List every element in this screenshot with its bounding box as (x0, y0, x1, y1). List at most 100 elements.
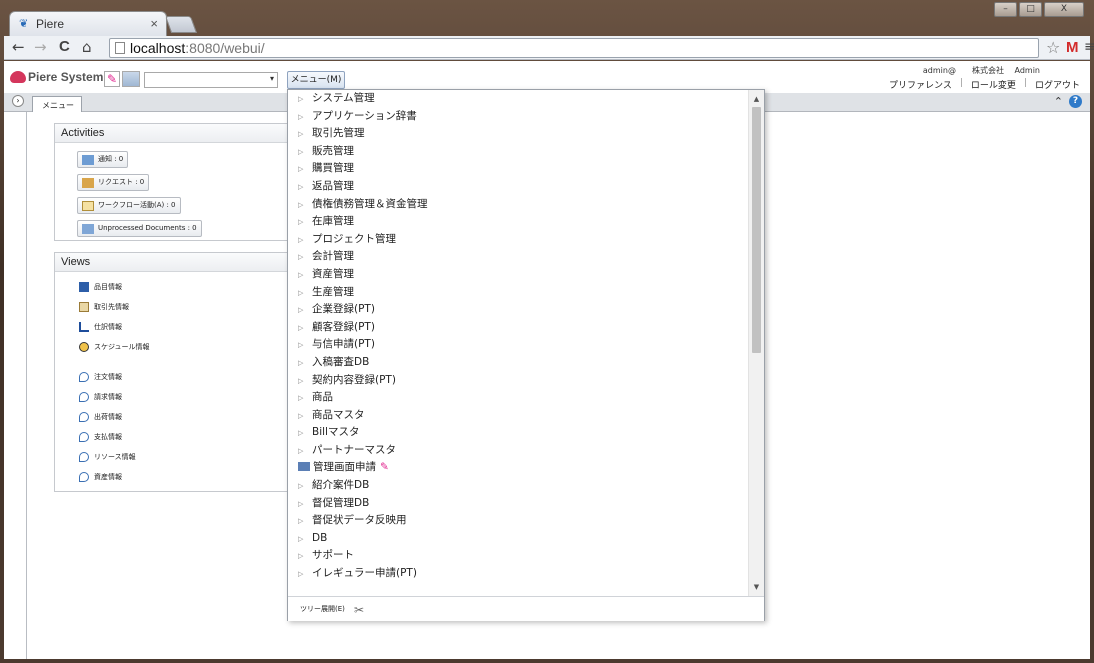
new-tab-button[interactable] (164, 16, 198, 33)
expand-arrow-icon[interactable]: ▷ (298, 302, 312, 320)
document-icon[interactable] (122, 71, 140, 87)
menu-tree-item[interactable]: ▷ 督促状データ反映用 (288, 512, 746, 530)
logout-link[interactable]: ログアウト (1035, 78, 1080, 91)
tools-icon[interactable]: ✂ (354, 603, 364, 617)
expand-arrow-icon[interactable]: ▷ (298, 425, 312, 443)
expand-arrow-icon[interactable]: ▷ (298, 285, 312, 303)
menu-tree-item[interactable]: ▷ 購買管理 (288, 160, 746, 178)
expand-arrow-icon[interactable]: ▷ (298, 232, 312, 250)
view-item[interactable]: スケジュール情報 (79, 341, 150, 353)
dropdown-scrollbar[interactable]: ▲ ▼ (748, 90, 764, 596)
menu-tree-item[interactable]: ▷ 債権債務管理＆資金管理 (288, 196, 746, 214)
menu-tree-item[interactable]: ▷ プロジェクト管理 (288, 231, 746, 249)
close-window-button[interactable]: X (1044, 2, 1084, 17)
expand-arrow-icon[interactable]: ▷ (298, 179, 312, 197)
view-item[interactable]: 請求情報 (79, 391, 122, 403)
menu-tree-item[interactable]: ▷ 与信申請(PT) (288, 336, 746, 354)
tab-menu[interactable]: メニュー (32, 96, 82, 112)
request-button[interactable]: リクエスト : 0 (77, 174, 150, 191)
preferences-link[interactable]: プリファレンス (889, 78, 952, 91)
menu-tree-item[interactable]: ▷ アプリケーション辞書 (288, 108, 746, 126)
tab-close-icon[interactable]: × (150, 16, 158, 31)
menu-tree-item[interactable]: 管理画面申請 ✎ (288, 459, 746, 477)
expand-arrow-icon[interactable]: ▷ (298, 355, 312, 373)
expand-arrow-icon[interactable]: ▷ (298, 531, 312, 549)
edit-pencil-icon[interactable]: ✎ (104, 71, 120, 87)
expand-arrow-icon[interactable]: ▷ (298, 548, 312, 566)
expand-arrow-icon[interactable]: ▷ (298, 390, 312, 408)
expand-arrow-icon[interactable]: ▷ (298, 478, 312, 496)
view-item[interactable]: リソース情報 (79, 451, 136, 463)
expand-arrow-icon[interactable]: ▷ (298, 320, 312, 338)
expand-sidebar-icon[interactable]: › (12, 95, 24, 107)
expand-arrow-icon[interactable]: ▷ (298, 214, 312, 232)
expand-arrow-icon[interactable]: ▷ (298, 496, 312, 514)
menu-tree-item[interactable]: ▷ 入稿審査DB (288, 354, 746, 372)
expand-arrow-icon[interactable]: ▷ (298, 109, 312, 127)
help-icon[interactable]: ? (1069, 95, 1082, 108)
menu-tree-item[interactable]: ▷ 会計管理 (288, 248, 746, 266)
back-icon[interactable]: ← (12, 39, 25, 55)
browser-tab[interactable]: ❦ Piere × (9, 11, 167, 36)
gmail-icon[interactable]: M (1066, 39, 1079, 56)
home-icon[interactable]: ⌂ (82, 39, 92, 55)
collapse-up-icon[interactable]: ⌃ (1054, 95, 1063, 108)
forward-icon[interactable]: → (34, 39, 47, 55)
expand-arrow-icon[interactable]: ▷ (298, 373, 312, 391)
expand-arrow-icon[interactable]: ▷ (298, 337, 312, 355)
bookmark-star-icon[interactable]: ☆ (1046, 38, 1060, 57)
reload-icon[interactable]: C (59, 39, 70, 55)
scroll-thumb[interactable] (752, 107, 761, 353)
menu-tree-item[interactable]: ▷ 商品マスタ (288, 407, 746, 425)
menu-tree-item[interactable]: ▷ 契約内容登録(PT) (288, 372, 746, 390)
menu-tree-item[interactable]: ▷ 資産管理 (288, 266, 746, 284)
maximize-button[interactable]: □ (1019, 2, 1042, 17)
change-role-link[interactable]: ロール変更 (971, 78, 1016, 91)
expand-arrow-icon[interactable]: ▷ (298, 566, 312, 584)
menu-tree-item[interactable]: ▷ サポート (288, 547, 746, 565)
view-item[interactable]: 仕訳情報 (79, 321, 122, 333)
menu-tree-item[interactable]: ▷ DB (288, 530, 746, 548)
menu-tree-item[interactable]: ▷ イレギュラー申請(PT) (288, 565, 746, 583)
menu-tree-item[interactable]: ▷ 商品 (288, 389, 746, 407)
menu-tree-item[interactable]: ▷ 顧客登録(PT) (288, 319, 746, 337)
view-item[interactable]: 出荷情報 (79, 411, 122, 423)
menu-button[interactable]: メニュー(M) (287, 71, 345, 89)
expand-arrow-icon[interactable]: ▷ (298, 443, 312, 461)
menu-tree-item[interactable]: ▷ 在庫管理 (288, 213, 746, 231)
menu-tree-item[interactable]: ▷ 販売管理 (288, 143, 746, 161)
edit-pencil-icon[interactable]: ✎ (380, 461, 389, 473)
view-item[interactable]: 支払情報 (79, 431, 122, 443)
notice-button[interactable]: 通知 : 0 (77, 151, 129, 168)
menu-tree-item[interactable]: ▷ 返品管理 (288, 178, 746, 196)
menu-tree-item[interactable]: ▷ 取引先管理 (288, 125, 746, 143)
minimize-button[interactable]: – (994, 2, 1017, 17)
scroll-down-icon[interactable]: ▼ (749, 580, 764, 594)
expand-arrow-icon[interactable]: ▷ (298, 249, 312, 267)
menu-tree-item[interactable]: ▷ パートナーマスタ (288, 442, 746, 460)
menu-tree-item[interactable]: ▷ 生産管理 (288, 284, 746, 302)
unprocessed-button[interactable]: Unprocessed Documents : 0 (77, 220, 202, 237)
menu-tree-item[interactable]: ▷ 企業登録(PT) (288, 301, 746, 319)
view-item[interactable]: 品目情報 (79, 281, 122, 293)
expand-arrow-icon[interactable]: ▷ (298, 161, 312, 179)
menu-tree-item[interactable]: ▷ 紹介案件DB (288, 477, 746, 495)
menu-tree-item[interactable]: ▷ システム管理 (288, 90, 746, 108)
view-item[interactable]: 資産情報 (79, 471, 122, 483)
address-bar[interactable]: localhost:8080/webui/ (109, 38, 1039, 58)
chevron-down-icon[interactable]: ▾ (270, 74, 274, 83)
scroll-up-icon[interactable]: ▲ (749, 92, 764, 106)
expand-arrow-icon[interactable]: ▷ (298, 267, 312, 285)
chrome-menu-icon[interactable]: ≡ (1084, 39, 1094, 55)
expand-arrow-icon[interactable]: ▷ (298, 126, 312, 144)
view-item[interactable]: 取引先情報 (79, 301, 129, 313)
menu-tree-item[interactable]: ▷ Billマスタ (288, 424, 746, 442)
menu-tree-item[interactable]: ▷ 督促管理DB (288, 495, 746, 513)
expand-arrow-icon[interactable]: ▷ (298, 197, 312, 215)
expand-arrow-icon[interactable]: ▷ (298, 91, 312, 109)
expand-tree-link[interactable]: ツリー展開(E) (300, 605, 345, 613)
expand-arrow-icon[interactable]: ▷ (298, 144, 312, 162)
expand-arrow-icon[interactable]: ▷ (298, 513, 312, 531)
workflow-button[interactable]: ワークフロー活動(A) : 0 (77, 197, 181, 214)
search-combo[interactable]: ▾ (144, 72, 278, 88)
